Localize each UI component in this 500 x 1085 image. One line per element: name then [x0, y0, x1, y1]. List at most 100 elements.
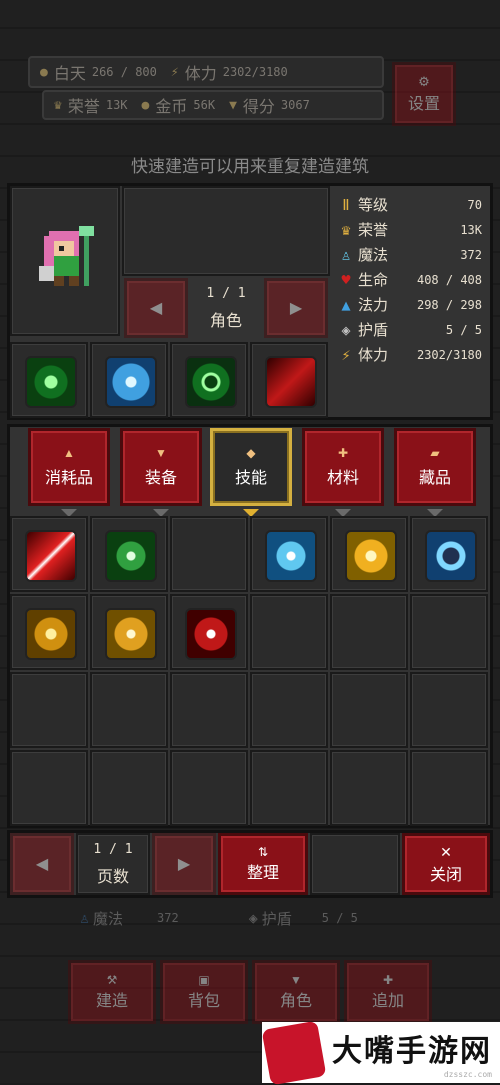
crown-icon: ♛ — [54, 97, 62, 113]
blue-burst-skill-icon[interactable] — [425, 530, 477, 582]
resources-pill: ♛ 荣誉 13K ● 金币 56K ▼ 得分 3067 — [42, 90, 384, 120]
page-indicator: 1 / 1 页数 — [76, 833, 150, 895]
sort-button[interactable]: ⇅ 整理 — [218, 833, 308, 895]
stat-stamina: ⚡ 体力 2302/3180 — [338, 342, 488, 367]
honor-crown-icon: ♛ — [341, 220, 351, 239]
ring-skill-icon[interactable] — [185, 356, 237, 408]
behind-magic-label: 魔法 — [93, 910, 124, 928]
stat-level: Ⅱ 等级 70 — [338, 192, 488, 217]
inventory-slot[interactable] — [90, 672, 168, 748]
gold-card-skill-icon[interactable] — [345, 530, 397, 582]
flask-icon: ▲ — [63, 446, 75, 460]
left-arrow-icon: ◀ — [149, 300, 163, 317]
gold-wings-skill-icon[interactable] — [25, 608, 77, 660]
right-arrow-icon: ▶ — [289, 300, 303, 317]
trophy-icon: ▼ — [229, 97, 237, 113]
red-shield-skill-icon[interactable] — [185, 608, 237, 660]
magic-icon: ♙ — [80, 909, 90, 927]
plus-icon: ✚ — [337, 446, 349, 460]
lightning-skill-icon[interactable] — [105, 356, 157, 408]
char-page-label: 角色 — [209, 312, 242, 330]
inventory-slot[interactable] — [250, 594, 328, 670]
eye-skill-icon[interactable] — [25, 356, 77, 408]
nav-bag-button[interactable]: ▣ 背包 — [160, 960, 248, 1024]
blue-rune-skill-icon[interactable] — [265, 530, 317, 582]
inventory-slot[interactable] — [410, 672, 488, 748]
char-page: 1 / 1 — [206, 285, 246, 301]
inventory-slot[interactable] — [170, 672, 248, 748]
char-prev-button[interactable]: ◀ — [124, 278, 188, 338]
close-icon: ✕ — [440, 843, 452, 860]
score-label: 得分 — [242, 99, 275, 116]
tab-consumables[interactable]: ▲ 消耗品 — [28, 428, 110, 517]
behind-shield-label: 护盾 — [261, 910, 292, 928]
red-sword-skill-icon[interactable] — [25, 530, 77, 582]
armor-icon: ▼ — [155, 446, 167, 460]
nav-character-button[interactable]: ▼ 角色 — [252, 960, 340, 1024]
nav-label: 建造 — [95, 993, 128, 1010]
stamina-icon: ⚡ — [341, 345, 351, 364]
page-count: 1 / 1 — [93, 841, 133, 857]
inventory-slot[interactable] — [170, 516, 248, 592]
tab-skills[interactable]: ◆ 技能 — [210, 428, 292, 517]
sword-skill-icon[interactable] — [265, 356, 317, 408]
left-arrow-icon: ◀ — [35, 856, 49, 873]
potion-icon: ▲ — [341, 295, 351, 314]
page-next-button[interactable]: ▶ — [152, 833, 216, 895]
daytime-label: 白天 — [53, 66, 86, 83]
tab-equipment[interactable]: ▼ 装备 — [120, 428, 202, 517]
settings-button[interactable]: ⚙ 设置 — [392, 62, 456, 126]
tab-materials[interactable]: ✚ 材料 — [302, 428, 384, 517]
inventory-slot[interactable] — [10, 672, 88, 748]
stamina-label: 体力 — [184, 66, 217, 83]
heart-icon: ♥ — [341, 270, 351, 289]
inventory-slot[interactable] — [90, 750, 168, 826]
close-label: 关闭 — [429, 866, 462, 884]
diamond-icon: ◆ — [246, 446, 256, 460]
nav-build-button[interactable]: ⚒ 建造 — [68, 960, 156, 1024]
stamina-icon: ⚡ — [170, 64, 179, 80]
behind-shield-value: 5 / 5 — [321, 911, 358, 925]
behind-magic-value: 372 — [157, 911, 179, 925]
watermark: 大嘴手游网 dzsszc.com — [261, 1020, 500, 1085]
watermark-logo-icon — [261, 1020, 327, 1085]
sun-icon: ● — [40, 64, 48, 80]
hammer-icon: ⚒ — [106, 973, 118, 987]
tab-label: 装备 — [144, 470, 177, 487]
inventory-slot[interactable] — [410, 750, 488, 826]
level-icon: Ⅱ — [342, 195, 350, 214]
inventory-slot[interactable] — [410, 594, 488, 670]
sort-label: 整理 — [246, 865, 279, 882]
settings-label: 设置 — [407, 96, 440, 113]
sort-icon: ⇅ — [257, 845, 269, 859]
char-next-button[interactable]: ▶ — [264, 278, 328, 338]
right-arrow-icon: ▶ — [177, 856, 191, 873]
inventory-slot[interactable] — [250, 672, 328, 748]
green-cross-skill-icon[interactable] — [105, 530, 157, 582]
character-sprite-icon — [39, 226, 94, 286]
shield-icon: ◈ — [341, 320, 351, 339]
inventory-slot[interactable] — [250, 750, 328, 826]
magic-icon: ♙ — [341, 245, 351, 264]
inventory-slot[interactable] — [330, 750, 408, 826]
watermark-sub: dzsszc.com — [443, 1070, 492, 1079]
hint-text: 快速建造可以用来重复建造建筑 — [131, 157, 369, 176]
character-portrait-slot — [10, 186, 120, 336]
inventory-slot[interactable] — [170, 750, 248, 826]
scroll-icon: ▰ — [430, 446, 440, 460]
nav-add-button[interactable]: ✚ 追加 — [344, 960, 432, 1024]
inventory-slot[interactable] — [330, 672, 408, 748]
page-prev-button[interactable]: ◀ — [10, 833, 74, 895]
gear-icon: ⚙ — [418, 74, 430, 89]
behind-stats: ♙ 魔法 372 ◈ 护盾 5 / 5 — [80, 906, 440, 930]
tab-collection[interactable]: ▰ 藏品 — [394, 428, 476, 517]
bag-icon: ▣ — [198, 973, 210, 987]
inventory-slot[interactable] — [330, 594, 408, 670]
page-label: 页数 — [96, 868, 129, 886]
gold-cross-skill-icon[interactable] — [105, 608, 157, 660]
honor-value: 13K — [105, 98, 128, 112]
inventory-slot[interactable] — [10, 750, 88, 826]
char-pager: 1 / 1 角色 — [190, 278, 262, 338]
plus-icon: ✚ — [382, 973, 394, 987]
close-button[interactable]: ✕ 关闭 — [402, 833, 490, 895]
